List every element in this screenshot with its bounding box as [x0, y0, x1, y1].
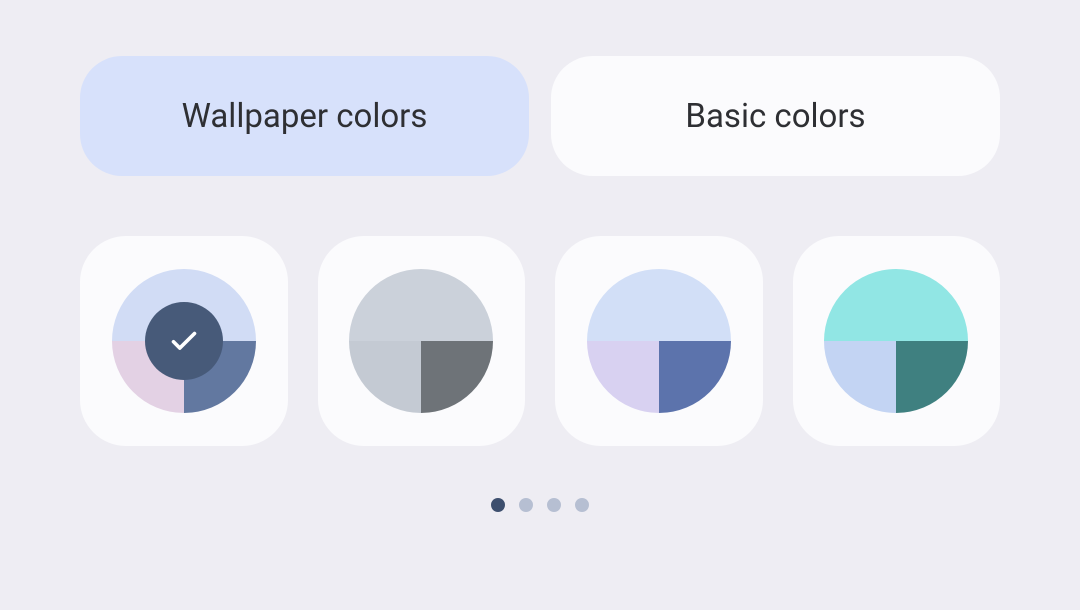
tab-label: Basic colors [685, 97, 865, 136]
page-dot-1[interactable] [491, 498, 505, 512]
palette-option-4[interactable] [793, 236, 1001, 446]
swatch-segment-bottom-right [421, 341, 493, 413]
palette-option-2[interactable] [318, 236, 526, 446]
check-icon [166, 323, 202, 359]
color-source-tabs: Wallpaper colors Basic colors [80, 56, 1000, 176]
tab-basic-colors[interactable]: Basic colors [551, 56, 1000, 176]
swatch-segment-top [587, 269, 731, 341]
page-dot-3[interactable] [547, 498, 561, 512]
swatch-segment-bottom-right [659, 341, 731, 413]
swatch-segment-bottom-right [896, 341, 968, 413]
selected-indicator [145, 302, 223, 380]
swatch-segment-bottom-left [824, 341, 896, 413]
palette-swatch [349, 269, 493, 413]
tab-label: Wallpaper colors [182, 97, 428, 136]
swatch-segment-bottom-left [349, 341, 421, 413]
palette-option-3[interactable] [555, 236, 763, 446]
page-dot-4[interactable] [575, 498, 589, 512]
swatch-segment-top [349, 269, 493, 341]
palette-swatch [824, 269, 968, 413]
pagination-dots [491, 498, 589, 512]
color-palette-row [80, 236, 1000, 446]
swatch-segment-bottom-left [587, 341, 659, 413]
page-dot-2[interactable] [519, 498, 533, 512]
palette-swatch [587, 269, 731, 413]
tab-wallpaper-colors[interactable]: Wallpaper colors [80, 56, 529, 176]
swatch-segment-top [824, 269, 968, 341]
palette-option-1[interactable] [80, 236, 288, 446]
